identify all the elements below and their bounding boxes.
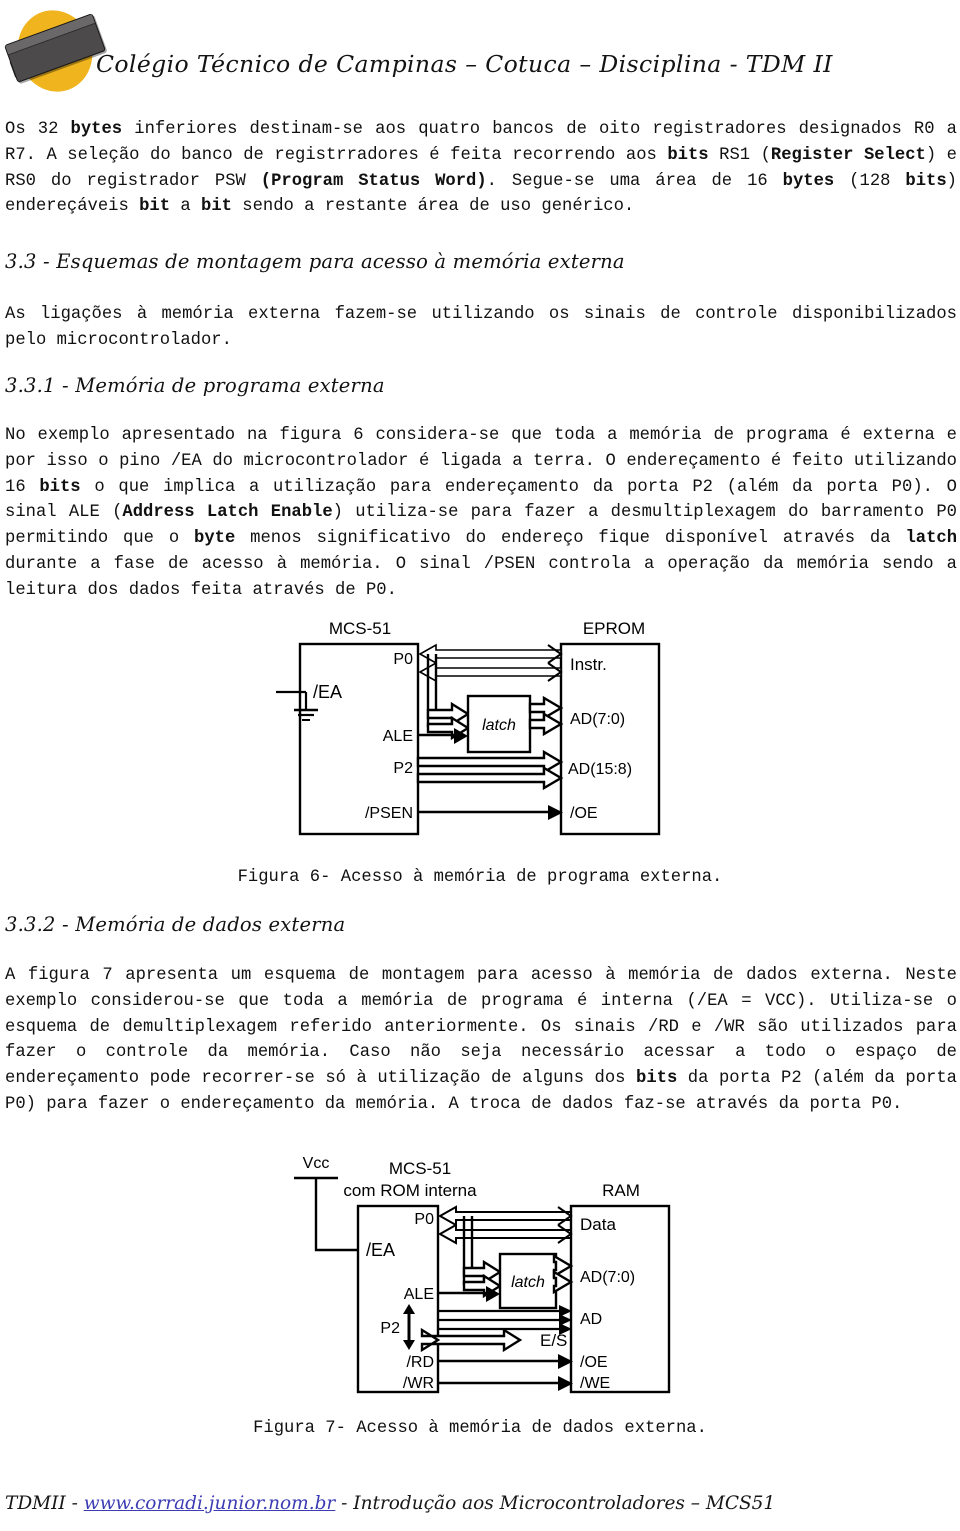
f6-mcs51-label: MCS-51 [329, 619, 391, 638]
f6-bus-p2-1 [416, 749, 564, 775]
p1-seg9: sendo a restante área de uso genérico. [231, 197, 635, 217]
f7-mcs51-label-2: com ROM interna [343, 1181, 477, 1200]
p2-text: As ligações à memória externa fazem-se u… [5, 305, 957, 350]
f7-pin-we: /WE [580, 1375, 610, 1392]
paragraph-ligacoes: As ligações à memória externa fazem-se u… [5, 302, 957, 354]
f7-pin-oe: /OE [580, 1354, 608, 1371]
f6-pin-ad70: AD(7:0) [570, 711, 625, 728]
heading-3-3-1: 3.3.1 - Memória de programa externa [5, 374, 385, 397]
f7-arrow-to-latch-1 [462, 1259, 503, 1285]
caption-figure-6: Figura 6- Acesso à memória de programa e… [237, 868, 723, 887]
f7-bus-p0-bottom [437, 1223, 572, 1245]
f6-bus-p0-top [418, 643, 562, 665]
figure-6-svg: MCS-51 EPROM P0 /EA ALE P2 /PSEN Instr. … [276, 619, 661, 836]
p1-bold-register-select: Register Select [770, 145, 926, 165]
p1-seg1: Os 32 [5, 120, 71, 139]
f7-vcc-label: Vcc [303, 1155, 330, 1172]
p1-seg8: a [170, 197, 201, 217]
f7-latch-label: latch [511, 1274, 545, 1291]
f7-bus-p0-top [437, 1205, 572, 1227]
f7-mcs51-label-1: MCS-51 [389, 1159, 451, 1178]
p1-bold-bits: bits [667, 145, 709, 165]
figure-7-svg: Vcc MCS-51 com ROM interna RAM P0 /EA AL… [294, 1155, 671, 1394]
p4-bold-bits: bits [636, 1069, 678, 1089]
f6-arrow-to-latch-1 [426, 701, 471, 727]
p3-bold-byte: byte [194, 529, 236, 549]
page-footer: TDMII - www.corradi.junior.nom.br - Intr… [5, 1493, 775, 1514]
heading-3-3-2: 3.3.2 - Memória de dados externa [5, 913, 346, 936]
p3-bold-bits: bits [39, 477, 81, 497]
f7-pin-ad70: AD(7:0) [580, 1269, 635, 1286]
f7-pin-ale: ALE [404, 1286, 434, 1303]
footer-prefix: TDMII - [5, 1493, 84, 1514]
paragraph-figura7-desc: A figura 7 apresenta um esquema de monta… [5, 963, 957, 1118]
footer-suffix: - Introdução aos Microcontroladores – MC… [335, 1493, 776, 1514]
f7-bus-ad70-2 [552, 1269, 574, 1295]
p1-seg3: RS1 ( [708, 145, 771, 165]
paragraph-figura6-desc: No exemplo apresentado na figura 6 consi… [5, 423, 957, 604]
eprom-chip-logo-icon [3, 0, 107, 102]
p3-bold-latch: latch [905, 529, 958, 549]
figure-6-diagram: MCS-51 EPROM P0 /EA ALE P2 /PSEN Instr. … [276, 618, 696, 850]
p1-bold-bytes: bytes [70, 120, 123, 139]
p3-seg4: menos significativo do endereço fique di… [235, 529, 906, 549]
f6-pin-p2: P2 [393, 760, 413, 777]
f6-bus-ad70-2 [528, 711, 564, 737]
f6-pin-p0: P0 [393, 651, 413, 668]
f7-pin-data: Data [580, 1215, 616, 1234]
paragraph-registers: Os 32 bytes inferiores destinam-se aos q… [5, 117, 957, 220]
p1-bold-bit1: bit [139, 197, 171, 217]
p1-bold-bytes2: bytes [782, 171, 835, 191]
footer-website-link[interactable]: www.corradi.junior.nom.br [84, 1493, 336, 1514]
f7-ram-label: RAM [602, 1181, 640, 1200]
f7-pin-ea: /EA [366, 1240, 395, 1260]
f7-pin-ad: AD [580, 1311, 602, 1328]
p1-bold-bit2: bit [201, 197, 232, 217]
f6-bus-p2-2 [416, 765, 564, 791]
heading-3-3: 3.3 - Esquemas de montagem para acesso à… [5, 250, 625, 273]
p1-seg6: (128 [834, 171, 906, 191]
f7-pin-rd: /RD [406, 1354, 434, 1371]
caption-figure-7: Figura 7- Acesso à memória de dados exte… [253, 1419, 707, 1438]
f7-es-label: E/S [540, 1331, 567, 1350]
document-page: Colégio Técnico de Campinas – Cotuca – D… [0, 0, 960, 1531]
page-title: Colégio Técnico de Campinas – Cotuca – D… [96, 50, 833, 78]
f7-pin-p2: P2 [380, 1320, 400, 1337]
f6-pin-ale: ALE [383, 728, 413, 745]
figure-7-diagram: Vcc MCS-51 com ROM interna RAM P0 /EA AL… [288, 1152, 688, 1408]
p1-bold-bits2: bits [905, 171, 947, 191]
p3-seg5: durante a fase de acesso à memória. O si… [5, 554, 957, 600]
f6-pin-oe: /OE [570, 805, 598, 822]
f7-pin-p0: P0 [414, 1211, 434, 1228]
f6-pin-instr: Instr. [570, 655, 607, 674]
f7-pin-wr: /WR [403, 1375, 434, 1392]
p1-bold-psw: (Program Status Word) [260, 171, 487, 191]
f6-pin-ad158: AD(15:8) [568, 761, 632, 778]
p3-bold-ale: Address Latch Enable [122, 503, 333, 523]
f6-latch-label: latch [482, 717, 516, 734]
f6-pin-psen: /PSEN [365, 805, 413, 822]
f6-pin-ea: /EA [313, 682, 342, 702]
f6-eprom-label: EPROM [583, 619, 645, 638]
p1-seg5: . Segue-se uma área de 16 [486, 171, 783, 191]
page-header: Colégio Técnico de Campinas – Cotuca – D… [0, 0, 960, 104]
f6-bus-p0-bottom [418, 661, 562, 683]
